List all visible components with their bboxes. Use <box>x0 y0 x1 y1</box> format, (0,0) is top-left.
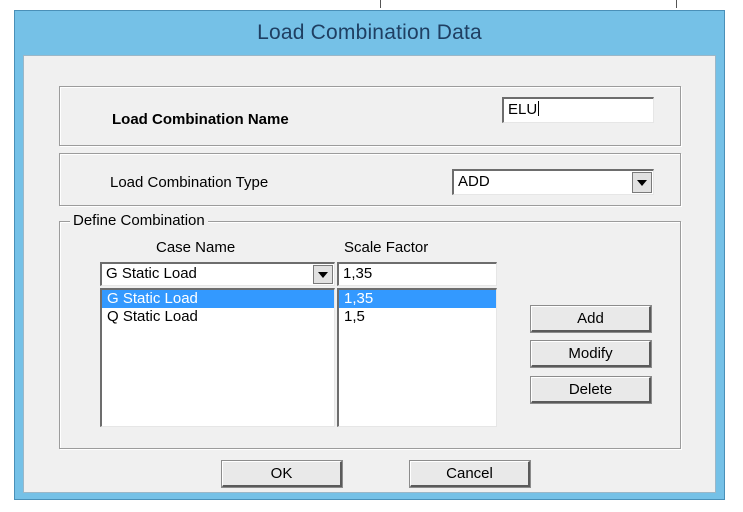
combination-name-value: ELU <box>508 101 538 118</box>
ok-button[interactable]: OK <box>221 460 343 488</box>
list-item[interactable]: Q Static Load <box>102 308 334 326</box>
load-combination-dialog: Load Combination Data Load Combination N… <box>14 10 725 500</box>
background-tick <box>676 0 677 8</box>
modify-button[interactable]: Modify <box>530 340 652 368</box>
list-item[interactable]: G Static Load <box>102 290 334 308</box>
scale-factor-header: Scale Factor <box>344 239 429 256</box>
scale-factor-list[interactable]: 1,35 1,5 <box>337 288 497 427</box>
combination-type-select[interactable]: ADD <box>452 169 654 195</box>
add-button[interactable]: Add <box>530 305 652 333</box>
dialog-title[interactable]: Load Combination Data <box>15 11 724 55</box>
combination-type-label: Load Combination Type <box>110 174 269 191</box>
combination-type-value: ADD <box>458 173 490 190</box>
type-group: Load Combination Type ADD <box>59 153 681 206</box>
chevron-down-icon[interactable] <box>632 172 652 193</box>
scale-factor-value: 1,35 <box>343 265 373 282</box>
chevron-down-icon[interactable] <box>313 265 333 284</box>
list-item[interactable]: 1,5 <box>339 308 496 326</box>
case-name-select-value: G Static Load <box>106 265 197 282</box>
combination-name-input[interactable]: ELU <box>502 97 654 123</box>
cancel-button[interactable]: Cancel <box>409 460 531 488</box>
list-item[interactable]: 1,35 <box>339 290 496 308</box>
case-name-select[interactable]: G Static Load <box>100 262 335 286</box>
background-tick <box>380 0 381 8</box>
text-caret <box>538 101 540 116</box>
define-combination-title: Define Combination <box>70 212 208 229</box>
define-combination-group: Define Combination Case Name Scale Facto… <box>59 212 681 449</box>
case-name-header: Case Name <box>156 239 236 256</box>
name-group: Load Combination Name ELU <box>59 86 681 146</box>
case-name-list[interactable]: G Static Load Q Static Load <box>100 288 335 427</box>
delete-button[interactable]: Delete <box>530 376 652 404</box>
scale-factor-input[interactable]: 1,35 <box>337 262 497 286</box>
dialog-client-area: Load Combination Name ELU Load Combinati… <box>23 55 716 493</box>
combination-name-label: Load Combination Name <box>112 111 289 128</box>
